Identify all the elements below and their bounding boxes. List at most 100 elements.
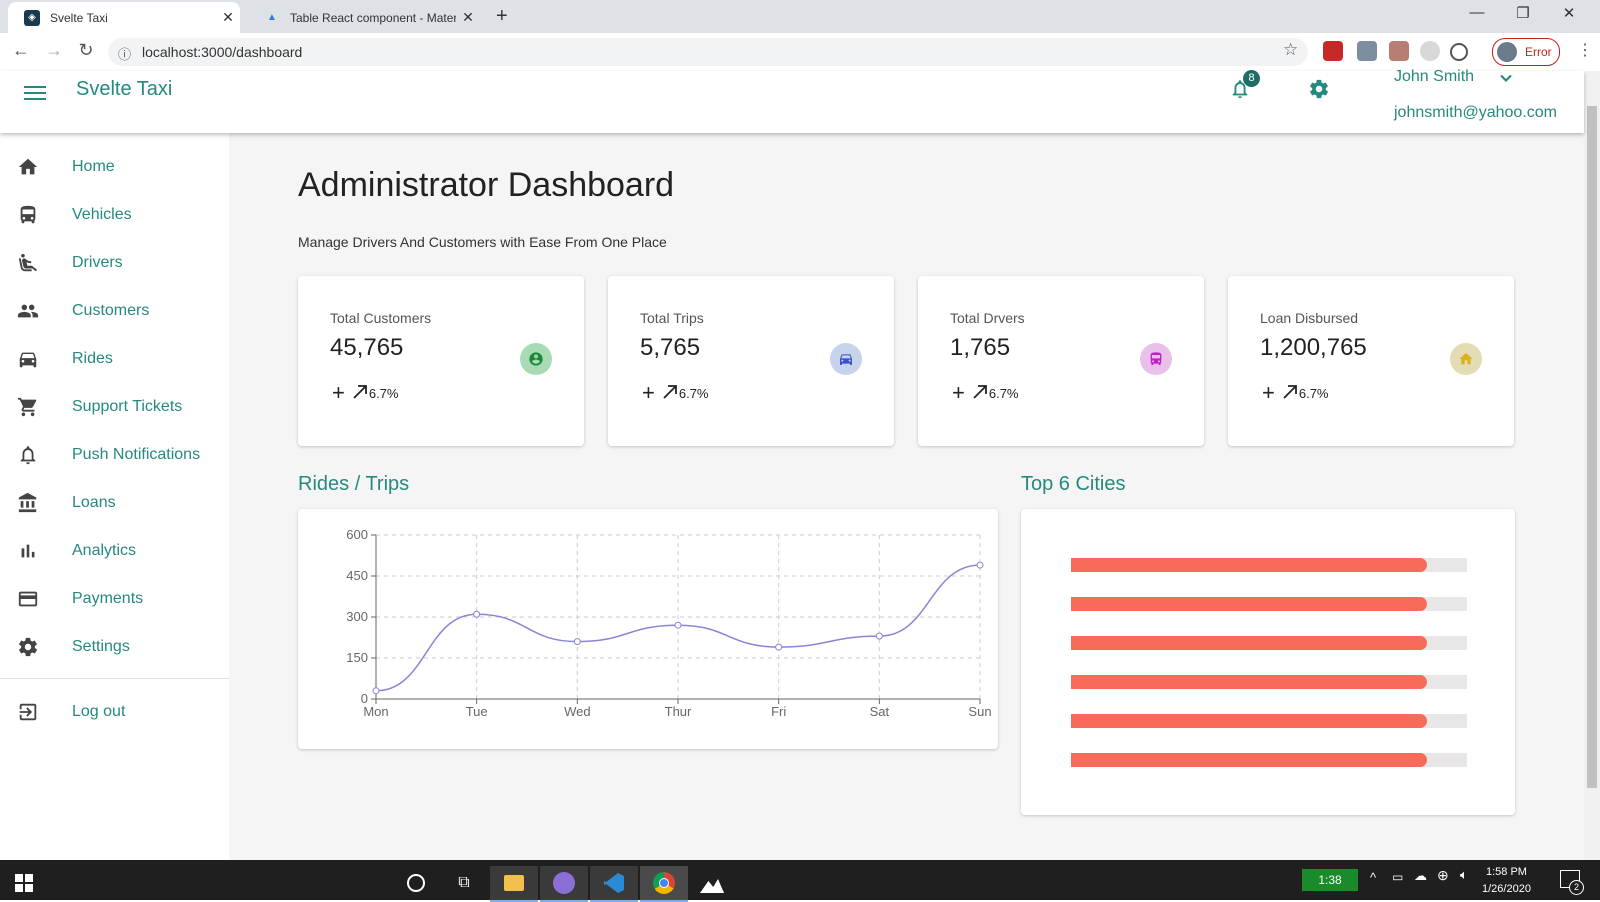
- sidebar-item-label: Payments: [72, 589, 144, 607]
- profile-button[interactable]: Error: [1492, 38, 1560, 66]
- close-tab-icon[interactable]: ✕: [216, 9, 240, 26]
- chart-x-tick-label: Mon: [363, 704, 388, 719]
- sidebar-item-customers[interactable]: Customers: [0, 287, 229, 334]
- profile-status: Error: [1525, 45, 1552, 59]
- cart-icon: [16, 395, 40, 419]
- stat-card-value: 1,765: [950, 334, 1011, 361]
- sidebar-item-drivers[interactable]: Drivers: [0, 239, 229, 286]
- app-icon[interactable]: [540, 866, 588, 902]
- people-icon: [16, 299, 40, 323]
- chevron-down-icon[interactable]: [1496, 68, 1516, 93]
- city-bar-fill: [1071, 636, 1427, 650]
- file-explorer-icon[interactable]: [490, 866, 538, 902]
- extension-icon[interactable]: [1450, 43, 1468, 61]
- stat-card: Total Customers 45,765 +6.7%: [298, 276, 584, 446]
- car-icon: [16, 347, 40, 371]
- credit-card-icon: [16, 587, 40, 611]
- scrollbar-thumb[interactable]: [1587, 106, 1597, 788]
- bookmark-star-icon[interactable]: ☆: [1283, 40, 1298, 60]
- clock-time: 1:58 PM: [1485, 866, 1527, 878]
- vscode-icon[interactable]: [590, 866, 638, 902]
- stat-card-value: 1,200,765: [1260, 334, 1367, 361]
- sidebar-item-push-notifications[interactable]: Push Notifications: [0, 431, 229, 478]
- plus-icon: +: [952, 380, 965, 405]
- sidebar-item-logout[interactable]: Log out: [0, 688, 229, 735]
- brand-title[interactable]: Svelte Taxi: [76, 78, 172, 101]
- stat-card-label: Total Trips: [640, 310, 704, 326]
- tray-chevron-up-icon[interactable]: ^: [1370, 870, 1376, 885]
- browser-tab-bar: [0, 0, 1600, 33]
- user-email: johnsmith@yahoo.com: [1394, 104, 1557, 121]
- plus-icon: +: [642, 380, 655, 405]
- sidebar-item-label: Push Notifications: [72, 445, 201, 463]
- extension-icon[interactable]: [1357, 41, 1377, 61]
- sidebar-item-settings[interactable]: Settings: [0, 623, 229, 670]
- settings-gear-icon[interactable]: [1308, 78, 1330, 105]
- stat-card-value: 45,765: [330, 334, 404, 361]
- chart-data-point: [775, 643, 783, 651]
- forward-icon[interactable]: →: [42, 40, 66, 61]
- new-tab-icon[interactable]: +: [496, 5, 508, 28]
- extension-icon[interactable]: [1420, 41, 1440, 61]
- svelte-favicon-icon: ◈: [24, 9, 40, 26]
- more-menu-icon[interactable]: ⋮: [1577, 40, 1593, 60]
- task-view-icon[interactable]: ⧉: [440, 866, 488, 900]
- sidebar-item-home[interactable]: Home: [0, 143, 229, 190]
- tray-volume-icon[interactable]: 🔈︎: [1460, 867, 1468, 883]
- minimize-icon[interactable]: —: [1454, 4, 1500, 21]
- stat-card-trend-value: 6.7%: [988, 385, 1019, 401]
- home-icon: [1450, 343, 1482, 375]
- system-clock[interactable]: 1:58 PM 1/26/2020: [1482, 864, 1531, 898]
- info-icon[interactable]: ⓘ: [118, 44, 131, 63]
- extension-icon[interactable]: [1323, 41, 1343, 61]
- sidebar-item-analytics[interactable]: Analytics: [0, 527, 229, 574]
- stat-card-trend-value: 6.7%: [368, 385, 399, 401]
- chart-data-point: [674, 621, 682, 629]
- chrome-icon[interactable]: [640, 866, 688, 902]
- windows-start-icon[interactable]: [0, 866, 48, 900]
- plus-icon: +: [332, 380, 345, 405]
- sidebar-item-label: Customers: [72, 301, 150, 319]
- gear-icon: [16, 635, 40, 659]
- bus-icon: [16, 203, 40, 227]
- material-favicon-icon: ▲: [267, 12, 277, 23]
- battery-timer[interactable]: 1:38: [1302, 869, 1358, 891]
- sidebar-item-vehicles[interactable]: Vehicles: [0, 191, 229, 238]
- chart-y-tick-label: 300: [346, 609, 368, 624]
- bar-chart-icon: [16, 539, 40, 563]
- restore-icon[interactable]: ❐: [1500, 4, 1546, 22]
- tray-network-icon[interactable]: ⊕: [1437, 867, 1449, 884]
- sidebar-item-support-tickets[interactable]: Support Tickets: [0, 383, 229, 430]
- home-icon: [16, 155, 40, 179]
- tray-cloud-icon[interactable]: ☁: [1414, 868, 1427, 884]
- chart-data-point: [976, 561, 984, 569]
- sidebar-item-label: Home: [72, 157, 115, 175]
- tray-battery-icon[interactable]: ▭: [1392, 870, 1403, 884]
- sidebar-item-loans[interactable]: Loans: [0, 479, 229, 526]
- stat-card: Loan Disbursed 1,200,765 +6.7%: [1228, 276, 1514, 446]
- close-window-icon[interactable]: ✕: [1546, 4, 1592, 22]
- close-tab-icon[interactable]: ✕: [456, 9, 480, 26]
- sidebar-item-rides[interactable]: Rides: [0, 335, 229, 382]
- reload-icon[interactable]: ↻: [74, 40, 98, 61]
- page-subtitle: Manage Drivers And Customers with Ease F…: [298, 234, 667, 250]
- address-bar-url[interactable]: localhost:3000/dashboard: [142, 44, 302, 60]
- sidebar-item-label: Vehicles: [72, 205, 132, 223]
- account-icon: [520, 343, 552, 375]
- sidebar-item-label: Log out: [72, 702, 126, 720]
- pdf-extension-icon[interactable]: [1389, 41, 1409, 61]
- action-center-badge: 2: [1569, 880, 1584, 895]
- user-name[interactable]: John Smith: [1394, 68, 1474, 86]
- browser-tab-active[interactable]: ◈ Svelte Taxi ✕: [8, 2, 240, 33]
- back-icon[interactable]: ←: [9, 40, 33, 61]
- menu-icon[interactable]: [24, 82, 46, 104]
- city-bar-fill: [1071, 753, 1427, 767]
- search-circle-icon[interactable]: [392, 866, 440, 900]
- trending-up-arrow-icon: [661, 383, 679, 404]
- browser-tab-inactive[interactable]: ▲ Table React component - Materia ✕: [248, 2, 480, 33]
- sidebar-item-label: Loans: [72, 493, 116, 511]
- sidebar-item-payments[interactable]: Payments: [0, 575, 229, 622]
- rides-line-chart: 0150300450600Mon Tue Wed Thur Fri Sat Sun: [346, 527, 991, 719]
- stat-card-trend-value: 6.7%: [1298, 385, 1329, 401]
- photos-icon[interactable]: [688, 866, 736, 900]
